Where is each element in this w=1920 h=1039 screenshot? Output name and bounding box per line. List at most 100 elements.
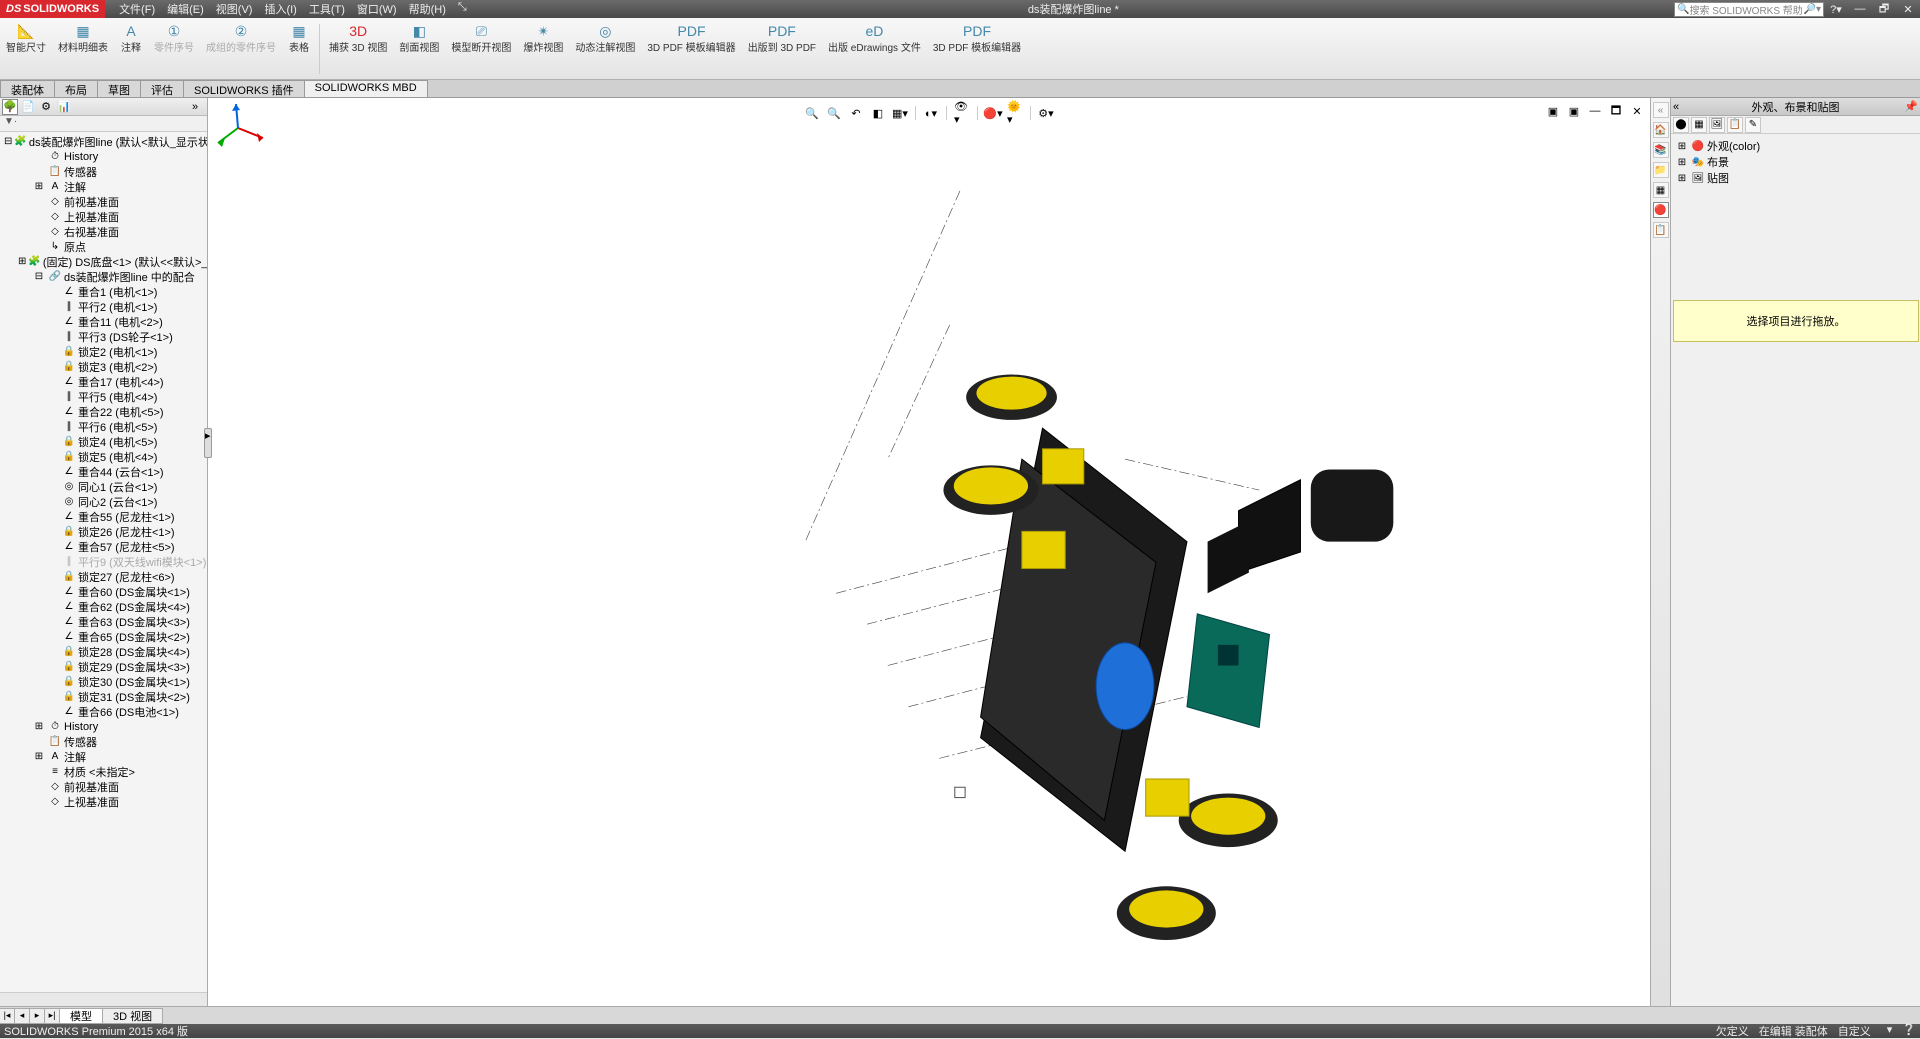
close-button[interactable]: ✕ bbox=[1897, 1, 1919, 17]
cmdtab-布局[interactable]: 布局 bbox=[54, 80, 98, 97]
appear-tool-2-icon[interactable]: ▦ bbox=[1691, 117, 1707, 133]
appear-tool-5-icon[interactable]: ✎ bbox=[1745, 117, 1761, 133]
ribbon-智能尺寸[interactable]: 📐智能尺寸 bbox=[0, 20, 52, 54]
fm-tab-property-icon[interactable]: 📄 bbox=[20, 99, 36, 115]
tree-item[interactable]: 🔒锁定3 (电机<2>) bbox=[0, 359, 207, 374]
task-home-icon[interactable]: 🏠 bbox=[1653, 122, 1669, 138]
tree-item[interactable]: 🔒锁定28 (DS金属块<4>) bbox=[0, 644, 207, 659]
tree-item[interactable]: ∠重合55 (尼龙柱<1>) bbox=[0, 509, 207, 524]
menu-window[interactable]: 窗口(W) bbox=[351, 1, 403, 17]
tree-item[interactable]: ⊞A注解 bbox=[0, 749, 207, 764]
tree-item[interactable]: ∥平行9 (双天线wifi模块<1>) bbox=[0, 554, 207, 569]
ribbon-3D PDF 模板编辑器[interactable]: PDF3D PDF 模板编辑器 bbox=[927, 20, 1027, 54]
tree-item[interactable]: 🔒锁定4 (电机<5>) bbox=[0, 434, 207, 449]
expand-icon[interactable]: ⊞ bbox=[32, 181, 46, 192]
minimize-button[interactable]: — bbox=[1849, 1, 1871, 17]
tree-item[interactable]: ∠重合1 (电机<1>) bbox=[0, 284, 207, 299]
tab-nav-prev-icon[interactable]: ◂ bbox=[14, 1008, 30, 1024]
fm-scroll-h[interactable] bbox=[0, 992, 207, 1006]
status-help-icon[interactable]: ❔ bbox=[1902, 1023, 1916, 1039]
tree-item[interactable]: 🔒锁定2 (电机<1>) bbox=[0, 344, 207, 359]
fm-tab-tree-icon[interactable]: 🌳 bbox=[2, 99, 18, 115]
ribbon-3D PDF 模板编辑器[interactable]: PDF3D PDF 模板编辑器 bbox=[641, 20, 741, 54]
ribbon-表格[interactable]: ▦表格 bbox=[282, 20, 316, 54]
bottom-tab-模型[interactable]: 模型 bbox=[59, 1008, 103, 1024]
tree-item[interactable]: ∠重合66 (DS电池<1>) bbox=[0, 704, 207, 719]
ribbon-动态注解视图[interactable]: ◎动态注解视图 bbox=[569, 20, 641, 54]
tree-item[interactable]: ⊞⏱History bbox=[0, 719, 207, 734]
tree-item[interactable]: ≡材质 <未指定> bbox=[0, 764, 207, 779]
tree-item[interactable]: ⏱History bbox=[0, 149, 207, 164]
fm-expand-icon[interactable]: » bbox=[187, 99, 203, 115]
appearance-node[interactable]: ⊞🖼贴图 bbox=[1675, 170, 1916, 186]
tree-item[interactable]: ∥平行6 (电机<5>) bbox=[0, 419, 207, 434]
tree-item[interactable]: ∠重合63 (DS金属块<3>) bbox=[0, 614, 207, 629]
tree-item[interactable]: ◎同心2 (云台<1>) bbox=[0, 494, 207, 509]
tree-item[interactable]: ∠重合65 (DS金属块<2>) bbox=[0, 629, 207, 644]
ribbon-注释[interactable]: A注释 bbox=[114, 20, 148, 54]
search-dropdown-icon[interactable]: 🔎▾ bbox=[1804, 4, 1821, 15]
expand-icon[interactable]: ⊞ bbox=[1675, 157, 1689, 168]
cmdtab-评估[interactable]: 评估 bbox=[140, 80, 184, 97]
expand-icon[interactable]: ⊞ bbox=[32, 751, 46, 762]
appearance-node[interactable]: ⊞🔴外观(color) bbox=[1675, 138, 1916, 154]
task-arrow-icon[interactable]: « bbox=[1653, 102, 1669, 118]
tree-item[interactable]: ◇上视基准面 bbox=[0, 794, 207, 809]
fm-tab-config-icon[interactable]: ⚙ bbox=[38, 99, 54, 115]
expand-icon[interactable]: ⊟ bbox=[32, 271, 46, 282]
tab-nav-first-icon[interactable]: |◂ bbox=[0, 1008, 15, 1024]
menu-file[interactable]: 文件(F) bbox=[113, 1, 161, 17]
tree-item[interactable]: ∠重合11 (电机<2>) bbox=[0, 314, 207, 329]
ribbon-模型断开视图[interactable]: ⎚模型断开视图 bbox=[445, 20, 517, 54]
ribbon-爆炸视图[interactable]: ✴爆炸视图 bbox=[517, 20, 569, 54]
bottom-tab-3D 视图[interactable]: 3D 视图 bbox=[102, 1008, 163, 1024]
tree-item[interactable]: ∠重合60 (DS金属块<1>) bbox=[0, 584, 207, 599]
tab-nav-last-icon[interactable]: ▸| bbox=[44, 1008, 60, 1024]
tree-item[interactable]: 🔒锁定26 (尼龙柱<1>) bbox=[0, 524, 207, 539]
ribbon-出版到 3D PDF[interactable]: PDF出版到 3D PDF bbox=[742, 20, 822, 54]
tree-item[interactable]: ⊟🧩ds装配爆炸图line (默认<默认_显示状 bbox=[0, 134, 207, 149]
tree-item[interactable]: ∠重合62 (DS金属块<4>) bbox=[0, 599, 207, 614]
expand-icon[interactable]: ⊞ bbox=[32, 721, 46, 732]
tree-item[interactable]: 🔒锁定31 (DS金属块<2>) bbox=[0, 689, 207, 704]
menu-edit[interactable]: 编辑(E) bbox=[161, 1, 210, 17]
help-search[interactable]: 🔍 搜索 SOLIDWORKS 帮助 🔎▾ bbox=[1674, 2, 1824, 17]
task-library-icon[interactable]: 📚 bbox=[1653, 142, 1669, 158]
tree-item[interactable]: ∠重合22 (电机<5>) bbox=[0, 404, 207, 419]
tree-item[interactable]: ◇上视基准面 bbox=[0, 209, 207, 224]
appear-tool-3-icon[interactable]: 🖼 bbox=[1709, 117, 1725, 133]
tab-nav-next-icon[interactable]: ▸ bbox=[29, 1008, 45, 1024]
menu-tools[interactable]: 工具(T) bbox=[303, 1, 351, 17]
tree-item[interactable]: 🔒锁定30 (DS金属块<1>) bbox=[0, 674, 207, 689]
tree-item[interactable]: ⊞🧩(固定) DS底盘<1> (默认<<默认>_显 bbox=[0, 254, 207, 269]
fm-tab-dim-icon[interactable]: 📊 bbox=[56, 99, 72, 115]
expand-icon[interactable]: ⊞ bbox=[18, 256, 26, 267]
panel-collapse-icon[interactable]: « bbox=[1673, 101, 1679, 113]
expand-icon[interactable]: ⊞ bbox=[1675, 173, 1689, 184]
tree-item[interactable]: 📋传感器 bbox=[0, 164, 207, 179]
tree-item[interactable]: 🔒锁定27 (尼龙柱<6>) bbox=[0, 569, 207, 584]
tree-item[interactable]: ∠重合44 (云台<1>) bbox=[0, 464, 207, 479]
cmdtab-草图[interactable]: 草图 bbox=[97, 80, 141, 97]
task-appearance-icon[interactable]: 🔴 bbox=[1653, 202, 1669, 218]
panel-pin-icon[interactable]: 📌 bbox=[1904, 100, 1918, 113]
tree-item[interactable]: 🔒锁定29 (DS金属块<3>) bbox=[0, 659, 207, 674]
appearance-tree[interactable]: ⊞🔴外观(color)⊞🎭布景⊞🖼贴图 bbox=[1671, 134, 1920, 190]
menu-view[interactable]: 视图(V) bbox=[210, 1, 259, 17]
tree-item[interactable]: ⊟🔗ds装配爆炸图line 中的配合 bbox=[0, 269, 207, 284]
tree-item[interactable]: ◇右视基准面 bbox=[0, 224, 207, 239]
tree-item[interactable]: ↳原点 bbox=[0, 239, 207, 254]
ribbon-捕获 3D 视图[interactable]: 3D捕获 3D 视图 bbox=[323, 20, 393, 54]
status-custom[interactable]: 自定义 bbox=[1838, 1023, 1871, 1039]
appear-tool-1-icon[interactable]: ⬤ bbox=[1673, 117, 1689, 133]
feature-tree[interactable]: ⊟🧩ds装配爆炸图line (默认<默认_显示状⏱History📋传感器⊞A注解… bbox=[0, 132, 207, 992]
tree-item[interactable]: ∠重合57 (尼龙柱<5>) bbox=[0, 539, 207, 554]
tree-item[interactable]: ⊞A注解 bbox=[0, 179, 207, 194]
task-custom-icon[interactable]: 📋 bbox=[1653, 222, 1669, 238]
expand-icon[interactable]: ⊟ bbox=[4, 136, 12, 147]
task-file-icon[interactable]: 📁 bbox=[1653, 162, 1669, 178]
tree-item[interactable]: 🔒锁定5 (电机<4>) bbox=[0, 449, 207, 464]
tree-item[interactable]: ∠重合17 (电机<4>) bbox=[0, 374, 207, 389]
menu-help[interactable]: 帮助(H) bbox=[403, 1, 452, 17]
tree-item[interactable]: ◇前视基准面 bbox=[0, 779, 207, 794]
